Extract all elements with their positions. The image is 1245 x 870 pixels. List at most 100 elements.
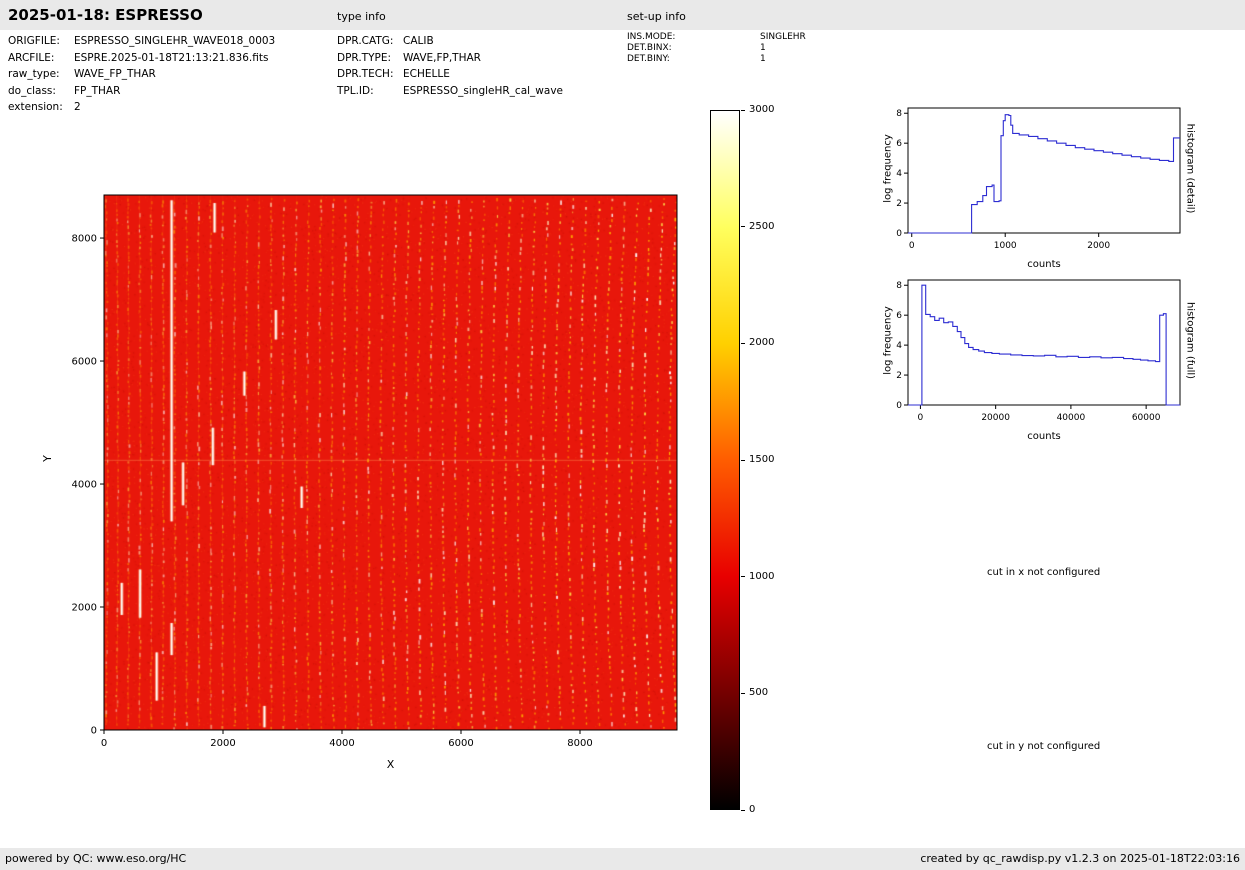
cut-y-message: cut in y not configured [987,741,1100,752]
svg-text:20000: 20000 [981,413,1010,423]
meta-label: do_class: [8,83,74,100]
qc-report-page: 2025-01-18: ESPRESSO type info set-up in… [0,0,1245,870]
meta-label: DET.BINY: [627,54,760,65]
setup-info-block: INS.MODE:SINGLEHR DET.BINX:1 DET.BINY:1 [627,32,806,65]
meta-value: WAVE,FP,THAR [403,50,481,67]
meta-value: ESPRESSO_singleHR_cal_wave [403,83,563,100]
detector-image [104,195,677,730]
meta-value: SINGLEHR [760,32,806,43]
svg-text:60000: 60000 [1132,413,1161,423]
setup-info-heading: set-up info [627,10,686,23]
colorbar-tick-label: 3000 [749,104,774,116]
svg-text:6: 6 [896,139,902,149]
colorbar-tick-label: 2000 [749,337,774,349]
svg-text:4000: 4000 [329,738,354,749]
colorbar [710,110,740,810]
meta-row: DPR.TECH:ECHELLE [337,66,563,83]
cut-x-message: cut in x not configured [987,567,1100,578]
meta-value: ESPRE.2025-01-18T21:13:21.836.fits [74,50,268,67]
svg-text:0: 0 [896,401,902,411]
svg-text:0: 0 [909,241,915,251]
meta-row: do_class:FP_THAR [8,83,275,100]
histogram-detail-plot: 0 1000 2000 0 2 4 6 8 [860,95,1200,280]
histogram-full-xaxis-label: counts [908,431,1180,442]
histogram-detail-yaxis-label: log frequency [883,109,894,229]
svg-text:0: 0 [101,738,107,749]
colorbar-tick-label: 500 [749,687,768,699]
meta-row: DPR.CATG:CALIB [337,33,563,50]
histogram-full-title: histogram (full) [1185,276,1196,406]
meta-label: DPR.TYPE: [337,50,403,67]
footer-credit: created by qc_rawdisp.py v1.2.3 on 2025-… [920,852,1240,865]
colorbar-tick-label: 1500 [749,454,774,466]
meta-row: DPR.TYPE:WAVE,FP,THAR [337,50,563,67]
meta-row: raw_type:WAVE_FP_THAR [8,66,275,83]
meta-row: ARCFILE:ESPRE.2025-01-18T21:13:21.836.fi… [8,50,275,67]
meta-label: ARCFILE: [8,50,74,67]
colorbar-tick [741,343,745,344]
svg-text:4000: 4000 [72,480,97,491]
header-bar: 2025-01-18: ESPRESSO type info set-up in… [0,0,1245,30]
svg-text:0: 0 [918,413,924,423]
meta-label: TPL.ID: [337,83,403,100]
colorbar-tick-label: 1000 [749,571,774,583]
page-title: 2025-01-18: ESPRESSO [8,6,203,24]
meta-label: raw_type: [8,66,74,83]
svg-text:0: 0 [896,229,902,239]
meta-value: ECHELLE [403,66,450,83]
meta-value: ESPRESSO_SINGLEHR_WAVE018_0003 [74,33,275,50]
file-info-block: ORIGFILE:ESPRESSO_SINGLEHR_WAVE018_0003 … [8,33,275,116]
colorbar-tick [741,693,745,694]
svg-text:2: 2 [896,199,902,209]
histogram-full-yaxis-label: log frequency [883,281,894,401]
meta-row: TPL.ID:ESPRESSO_singleHR_cal_wave [337,83,563,100]
meta-row: ORIGFILE:ESPRESSO_SINGLEHR_WAVE018_0003 [8,33,275,50]
colorbar-tick-label: 0 [749,804,755,816]
svg-text:2: 2 [896,371,902,381]
meta-row: DET.BINX:1 [627,43,806,54]
colorbar-tick [741,110,745,111]
svg-text:2000: 2000 [72,603,97,614]
svg-text:4: 4 [896,341,902,351]
meta-label: DPR.CATG: [337,33,403,50]
svg-text:2000: 2000 [210,738,235,749]
meta-label: extension: [8,99,74,116]
colorbar-tick-label: 2500 [749,221,774,233]
footer-bar: powered by QC: www.eso.org/HC created by… [0,848,1245,870]
footer-qc-link[interactable]: powered by QC: www.eso.org/HC [5,852,186,865]
svg-text:6000: 6000 [72,357,97,368]
type-info-heading: type info [337,10,386,23]
svg-text:8000: 8000 [567,738,592,749]
meta-label: ORIGFILE: [8,33,74,50]
meta-value: WAVE_FP_THAR [74,66,156,83]
meta-row: extension:2 [8,99,275,116]
meta-value: 1 [760,43,766,54]
detector-xaxis-label: X [104,758,677,771]
svg-text:8000: 8000 [72,234,97,245]
meta-value: 2 [74,99,81,116]
colorbar-tick [741,226,745,227]
svg-text:40000: 40000 [1057,413,1086,423]
histogram-detail-title: histogram (detail) [1185,104,1196,234]
meta-value: 1 [760,54,766,65]
meta-value: CALIB [403,33,434,50]
svg-text:1000: 1000 [994,241,1017,251]
detector-yaxis-label: Y [41,455,54,462]
svg-text:6000: 6000 [448,738,473,749]
colorbar-ticks: 0 500 1000 1500 2000 2500 3000 [740,0,810,870]
svg-text:8: 8 [896,109,902,119]
histogram-full-plot: 020000400006000002468 [860,267,1200,452]
svg-text:4: 4 [896,169,902,179]
meta-label: DET.BINX: [627,43,760,54]
meta-row: DET.BINY:1 [627,54,806,65]
meta-label: INS.MODE: [627,32,760,43]
svg-text:0: 0 [91,726,97,737]
colorbar-tick [741,810,745,811]
meta-label: DPR.TECH: [337,66,403,83]
type-info-block: DPR.CATG:CALIB DPR.TYPE:WAVE,FP,THAR DPR… [337,33,563,99]
meta-row: INS.MODE:SINGLEHR [627,32,806,43]
colorbar-tick [741,460,745,461]
svg-text:6: 6 [896,311,902,321]
svg-text:2000: 2000 [1087,241,1110,251]
colorbar-tick [741,576,745,577]
